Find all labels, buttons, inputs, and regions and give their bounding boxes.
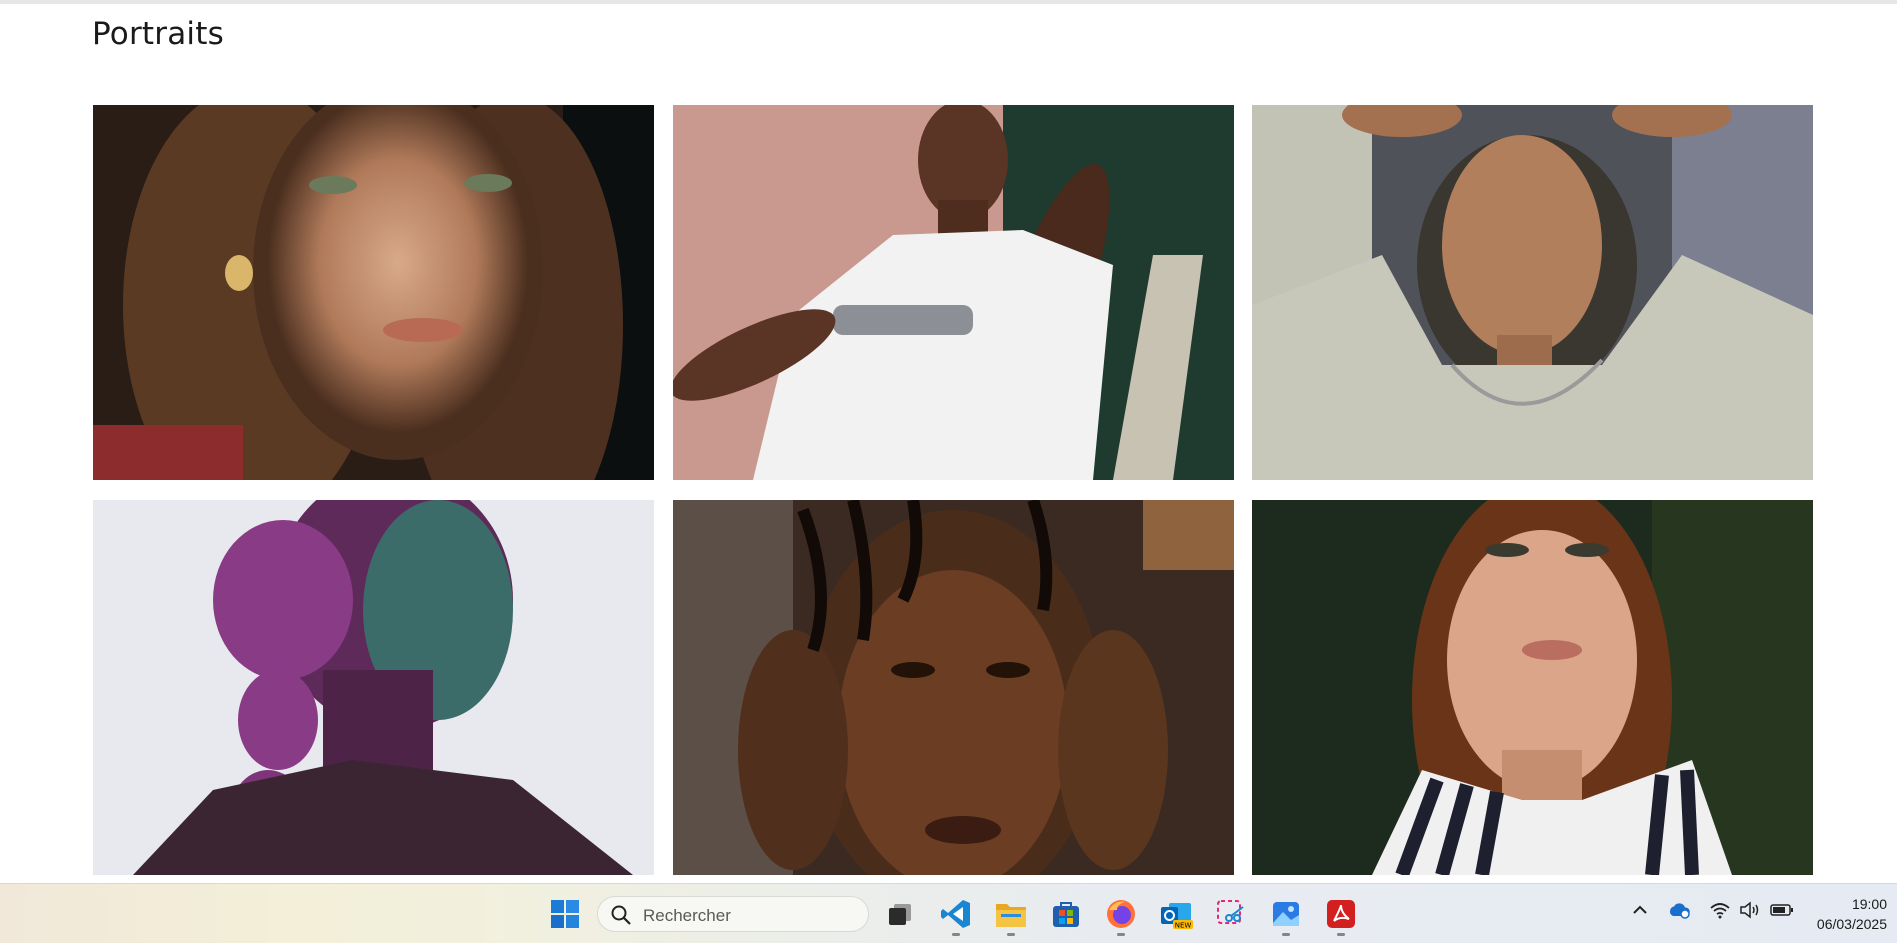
vscode-icon[interactable]	[936, 894, 976, 936]
wifi-icon[interactable]	[1709, 901, 1731, 924]
gallery-photo[interactable]	[673, 500, 1234, 875]
search-icon	[611, 905, 631, 925]
snipping-tool-icon[interactable]	[1211, 894, 1251, 934]
onedrive-icon[interactable]	[1668, 901, 1692, 924]
clock[interactable]: 19:00 06/03/2025	[1817, 894, 1887, 934]
gallery-photo[interactable]	[93, 500, 654, 875]
outlook-icon[interactable]: NEW	[1156, 894, 1196, 934]
page-title: Portraits	[92, 16, 224, 52]
file-explorer-icon[interactable]	[991, 894, 1031, 936]
start-icon[interactable]	[545, 894, 585, 934]
search-placeholder: Rechercher	[643, 906, 731, 925]
clock-time: 19:00	[1851, 896, 1887, 912]
search-box[interactable]: Rechercher	[597, 896, 869, 932]
acrobat-icon[interactable]	[1321, 894, 1361, 936]
gallery-photo[interactable]	[1252, 105, 1813, 480]
store-icon[interactable]	[1046, 894, 1086, 934]
top-border	[0, 0, 1897, 4]
chevron-up-icon[interactable]	[1631, 901, 1649, 924]
volume-icon[interactable]	[1739, 901, 1761, 924]
clock-date: 06/03/2025	[1816, 916, 1887, 932]
task-view-icon[interactable]	[880, 894, 920, 934]
taskbar: Rechercher NEW 19:00 06/03/2025	[0, 883, 1897, 943]
gallery-photo[interactable]	[1252, 500, 1813, 875]
svg-text:NEW: NEW	[1175, 922, 1192, 930]
gallery-photo[interactable]	[93, 105, 654, 480]
battery-icon[interactable]	[1770, 901, 1794, 924]
gallery-photo[interactable]	[673, 105, 1234, 480]
photos-icon[interactable]	[1266, 894, 1306, 936]
firefox-icon[interactable]	[1101, 894, 1141, 936]
